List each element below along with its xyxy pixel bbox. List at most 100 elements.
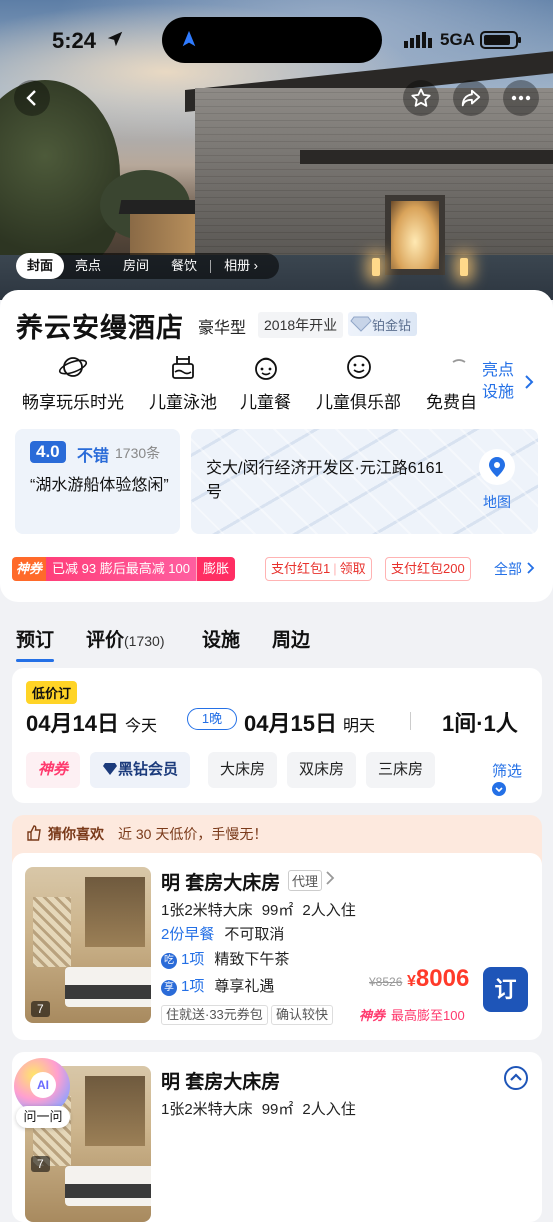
- window: [33, 897, 71, 967]
- bed-runner: [65, 985, 151, 999]
- breakfast: 2份早餐: [161, 926, 215, 943]
- chevron-right-icon: [527, 562, 535, 574]
- tab-label: 评价: [86, 630, 125, 651]
- room-tag: 住就送·33元券包: [161, 1005, 268, 1025]
- pay-coupon-1[interactable]: 支付红包1 | 领取: [265, 557, 372, 581]
- filter-chip-black-diamond[interactable]: 黑钻会员: [90, 752, 191, 788]
- rating-count: 1730条: [115, 445, 161, 461]
- ai-face-icon: AI: [30, 1072, 56, 1098]
- gallery-tabs: 封面 亮点 房间 餐饮 相册 ›: [16, 253, 280, 279]
- collapse-button[interactable]: [504, 1066, 528, 1090]
- tab-booking[interactable]: 预订: [16, 625, 55, 662]
- feature-row: 畅享玩乐时光 儿童泳池 儿童餐 儿童俱乐部 免费自: [0, 352, 553, 422]
- map-label[interactable]: 地图: [479, 492, 515, 512]
- filter-chip-shen[interactable]: 神券: [26, 752, 81, 788]
- perk-count: 1项: [181, 978, 205, 995]
- room-policy: 2份早餐 不可取消: [161, 923, 284, 944]
- battery-icon: [480, 31, 521, 49]
- address-card[interactable]: 交大/闵行经济开发区·元江路6161号 地图: [191, 429, 538, 534]
- address-text: 交大/闵行经济开发区·元江路6161号: [206, 460, 444, 501]
- checkin-date[interactable]: 04月14日 今天: [26, 706, 157, 738]
- pay-coupon-2[interactable]: 支付红包200: [385, 557, 471, 581]
- ai-label: 问一问: [16, 1106, 70, 1128]
- filter-chip-triple[interactable]: 三床房: [366, 752, 436, 788]
- feature-label: 儿童俱乐部: [316, 393, 401, 412]
- hotel-year: 2018年开业: [258, 312, 344, 338]
- filter-chip-king[interactable]: 大床房: [208, 752, 278, 788]
- feature-kids-club[interactable]: 儿童俱乐部: [316, 352, 401, 413]
- tab-reviews[interactable]: 评价(1730): [86, 625, 164, 652]
- feature-kids-pool[interactable]: 儿童泳池: [149, 352, 217, 413]
- rooms-guests-selector[interactable]: 1间·1人: [442, 706, 518, 738]
- feature-free[interactable]: 免费自: [426, 352, 477, 413]
- thumbs-up-icon: [27, 825, 41, 841]
- feature-kids-meal[interactable]: 儿童餐: [240, 352, 291, 413]
- smile-icon: [346, 355, 371, 379]
- diamond-icon: [350, 316, 372, 332]
- cancel-policy: 不可取消: [224, 926, 285, 943]
- diamond-icon: [103, 763, 117, 775]
- tab-nearby[interactable]: 周边: [272, 625, 310, 652]
- more-label-1: 亮点: [482, 362, 515, 379]
- book-button[interactable]: 订: [483, 967, 528, 1012]
- wall-panel: [85, 1076, 145, 1146]
- room-card[interactable]: 7 明 套房大床房 代理 1张2米特大床 99㎡ 2人入住 2份早餐 不可取消 吃 1项…: [12, 853, 542, 1040]
- coupon-name: 支付红包200: [391, 561, 465, 576]
- gallery-tab-album[interactable]: 相册 ›: [213, 253, 269, 279]
- bed-type: 1张2米特大床: [161, 902, 253, 919]
- feature-label: 儿童餐: [240, 393, 291, 412]
- shen-coupon-promo[interactable]: 神券 已减 93 膨后最高减 100 膨胀: [12, 557, 236, 581]
- shen-coupon-label: 神券: [12, 557, 47, 581]
- filter-chip-twin[interactable]: 双床房: [287, 752, 357, 788]
- bed-runner: [65, 1184, 151, 1198]
- room-specs: 1张2米特大床 99㎡ 2人入住: [161, 899, 365, 920]
- chevron-up-icon: [510, 1073, 522, 1081]
- room-tag: 确认较快: [271, 1005, 334, 1025]
- recommend-subtitle: 近 30 天低价，手慢无！: [118, 826, 268, 842]
- agent-badge: 代理: [288, 870, 323, 891]
- gallery-tab-dining[interactable]: 餐饮: [160, 253, 208, 279]
- tab-facilities[interactable]: 设施: [202, 625, 240, 652]
- shen-label: 神券: [359, 1008, 386, 1023]
- partial-icon: [452, 359, 465, 363]
- promo-all-link[interactable]: 全部: [492, 557, 535, 581]
- swell-label: 膨胀: [196, 557, 236, 581]
- divider: |: [333, 561, 337, 576]
- gallery-tab-cover[interactable]: 封面: [16, 253, 65, 279]
- feature-fun[interactable]: 畅享玩乐时光: [22, 352, 124, 413]
- perk-row: 吃 1项 精致下午茶: [161, 948, 289, 969]
- lit-doorway: [385, 195, 445, 275]
- tab-count: (1730): [124, 633, 165, 649]
- chevron-right-icon: [326, 871, 335, 885]
- map-button[interactable]: [479, 449, 515, 485]
- highlights-facilities-link[interactable]: 亮点 设施: [482, 360, 552, 410]
- ai-assistant-button[interactable]: AI 问一问: [14, 1058, 70, 1130]
- back-button[interactable]: [14, 80, 50, 116]
- filter-button[interactable]: 筛选: [492, 760, 536, 798]
- chevron-left-icon: [26, 90, 36, 106]
- diamond-badge[interactable]: 铂金钻: [348, 312, 418, 336]
- wall-panel: [85, 877, 145, 947]
- gallery-tab-rooms[interactable]: 房间: [112, 253, 160, 279]
- rating-card[interactable]: 4.0 不错 1730条 “湖水游船体验悠闲”: [15, 429, 180, 534]
- filter-label: 筛选: [492, 763, 523, 780]
- hotel-info-card: 养云安缦酒店 豪华型 2018年开业 铂金钻 畅享玩乐时光 儿童泳池 儿童餐 儿…: [0, 290, 553, 602]
- kids-meal-icon: [254, 357, 277, 380]
- room-price: ¥8006: [407, 965, 469, 993]
- room-photo[interactable]: 7: [25, 867, 151, 1023]
- booking-card: 低价订 04月14日 今天 1晚 04月15日 明天 1间·1人 神券 黑钻会员 大…: [12, 668, 542, 803]
- share-button[interactable]: [453, 80, 489, 116]
- status-time: 5:24: [52, 28, 97, 53]
- more-button[interactable]: [503, 80, 539, 116]
- eat-icon: 吃: [161, 953, 177, 969]
- shen-swell-note: 神券 最高膨至100: [359, 1005, 465, 1024]
- favorite-button[interactable]: [403, 80, 439, 116]
- checkout-date[interactable]: 04月15日 明天: [244, 706, 375, 738]
- room-card[interactable]: 7 明 套房大床房 1张2米特大床 99㎡ 2人入住: [12, 1052, 542, 1222]
- star-icon: [411, 88, 431, 107]
- gallery-tab-highlights[interactable]: 亮点: [64, 253, 112, 279]
- share-icon: [461, 89, 481, 107]
- map-pin-icon: [489, 457, 505, 477]
- room-guests: 2人入住: [302, 1101, 356, 1118]
- shen-coupon-text: 已减 93 膨后最高减 100: [46, 557, 197, 581]
